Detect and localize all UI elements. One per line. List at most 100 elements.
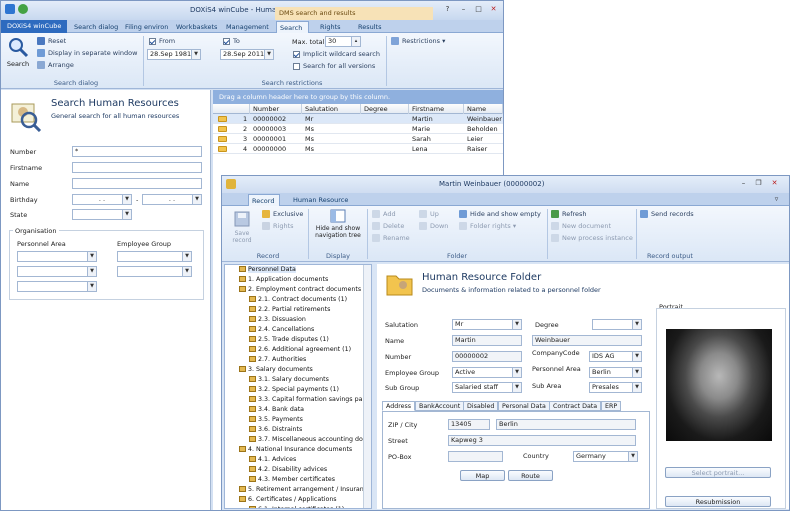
tree-item[interactable]: 5. Retirement arrangement / Insuran xyxy=(239,485,364,495)
tree-item[interactable]: 3.1. Salary documents xyxy=(249,375,329,385)
tree-item[interactable]: 3.7. Miscellaneous accounting do xyxy=(249,435,363,445)
tree-item[interactable]: 4.2. Disability advices xyxy=(249,465,327,475)
col-number[interactable]: Number xyxy=(250,104,302,114)
personnel-area-select[interactable]: Berlin ▼ xyxy=(589,367,642,378)
select-portrait-button[interactable]: Select portrait... xyxy=(665,467,771,478)
add-button[interactable]: Add xyxy=(372,209,396,219)
tree-item[interactable]: 2. Employment contract documents xyxy=(239,285,361,295)
birthday-from-picker[interactable]: . . ▼ xyxy=(72,194,132,205)
arrange-button[interactable]: Arrange xyxy=(37,60,74,70)
display-separate-button[interactable]: Display in separate window xyxy=(37,48,137,58)
tree-item[interactable]: 3.5. Payments xyxy=(249,415,303,425)
tree-item[interactable]: 2.6. Additional agreement (1) xyxy=(249,345,351,355)
rights-button[interactable]: Rights xyxy=(262,221,294,231)
tab-human-resource[interactable]: Human Resource xyxy=(290,194,351,206)
state-select[interactable]: ▼ xyxy=(72,209,132,220)
number-input[interactable]: * xyxy=(72,146,202,157)
search-button[interactable]: Search xyxy=(6,36,30,68)
employee-group-select[interactable]: Active ▼ xyxy=(452,367,522,378)
firstname-input[interactable] xyxy=(72,162,202,173)
tab-filing-environ[interactable]: Filing environ xyxy=(122,21,171,33)
tree-item[interactable]: 4. National Insurance documents xyxy=(239,445,352,455)
close-icon[interactable]: ✕ xyxy=(768,178,781,189)
col-firstname[interactable]: Firstname xyxy=(409,104,464,114)
last-name-input[interactable]: Weinbauer xyxy=(532,335,642,346)
tab-rights[interactable]: Rights xyxy=(317,21,344,33)
rename-button[interactable]: Rename xyxy=(372,233,410,243)
city-input[interactable]: Berlin xyxy=(496,419,636,430)
employee-group-select-2[interactable]: ▼ xyxy=(117,266,192,277)
tab-personal-data[interactable]: Personal Data xyxy=(498,401,550,411)
tree-item[interactable]: 6.1. Internal certificates (1) xyxy=(249,505,344,508)
table-row[interactable]: 3 00000001 Ms Sarah Leier xyxy=(213,134,503,144)
tree-item[interactable]: 2.3. Dissuasion xyxy=(249,315,306,325)
personnel-area-select-3[interactable]: ▼ xyxy=(17,281,97,292)
first-name-input[interactable]: Martin xyxy=(452,335,522,346)
tree-item[interactable]: 4.3. Member certificates xyxy=(249,475,335,485)
tree-scrollbar[interactable] xyxy=(363,265,371,508)
reset-button[interactable]: Reset xyxy=(37,36,66,46)
maximize-icon[interactable]: □ xyxy=(472,4,485,15)
resubmission-button[interactable]: Resubmission xyxy=(665,496,771,507)
map-button[interactable]: Map xyxy=(460,470,505,481)
table-row[interactable]: 1 00000002 Mr Martin Weinbauer xyxy=(213,114,503,124)
tab-workbaskets[interactable]: Workbaskets xyxy=(173,21,220,33)
from-checkbox[interactable]: From xyxy=(149,36,175,46)
company-code-select[interactable]: IDS AG ▼ xyxy=(589,351,642,362)
tab-management[interactable]: Management xyxy=(223,21,272,33)
employee-group-select-1[interactable]: ▼ xyxy=(117,251,192,262)
folder-rights-button[interactable]: Folder rights ▾ xyxy=(459,221,516,231)
restrictions-button[interactable]: Restrictions ▾ xyxy=(391,36,445,46)
country-select[interactable]: Germany ▼ xyxy=(573,451,638,462)
tree-item[interactable]: 3.2. Special payments (1) xyxy=(249,385,339,395)
tree-item[interactable]: 6. Certificates / Applications xyxy=(239,495,337,505)
new-process-button[interactable]: New process instance xyxy=(551,233,633,243)
all-versions-checkbox[interactable]: Search for all versions xyxy=(293,61,375,71)
tree-item[interactable]: 2.7. Authorities xyxy=(249,355,306,365)
max-total-spinner[interactable]: 30 ▴ xyxy=(325,36,361,47)
hide-show-tree-button[interactable]: Hide and show navigation tree xyxy=(312,209,364,239)
tree-item[interactable]: 3. Salary documents xyxy=(239,365,313,375)
up-button[interactable]: Up xyxy=(419,209,439,219)
group-by-hint[interactable]: Drag a column header here to group by th… xyxy=(213,90,503,104)
zip-input[interactable]: 13405 xyxy=(448,419,490,430)
tree-item[interactable]: 1. Application documents xyxy=(239,275,328,285)
tab-disabled[interactable]: Disabled xyxy=(463,401,499,411)
delete-button[interactable]: Delete xyxy=(372,221,404,231)
personnel-area-select-2[interactable]: ▼ xyxy=(17,266,97,277)
tab-search-dialog[interactable]: Search dialog xyxy=(71,21,121,33)
tree-item[interactable]: 2.5. Trade disputes (1) xyxy=(249,335,329,345)
tree-item[interactable]: 3.6. Distraints xyxy=(249,425,302,435)
restore-icon[interactable]: ❐ xyxy=(752,178,765,189)
tree-item[interactable]: 2.4. Cancellations xyxy=(249,325,314,335)
col-salutation[interactable]: Salutation xyxy=(302,104,361,114)
refresh-button[interactable]: Refresh xyxy=(551,209,587,219)
col-name[interactable]: Name xyxy=(464,104,503,114)
send-records-button[interactable]: Send records xyxy=(640,209,694,219)
from-date-picker[interactable]: 28.Sep 1981 ▼ xyxy=(147,49,201,60)
tree-item[interactable]: 3.4. Bank data xyxy=(249,405,304,415)
save-record-button[interactable]: Save record xyxy=(231,210,253,244)
table-row[interactable]: 4 00000000 Ms Lena Raiser xyxy=(213,144,503,154)
tab-contract-data[interactable]: Contract Data xyxy=(549,401,602,411)
tree-item[interactable]: 4.1. Advices xyxy=(249,455,296,465)
quick-access-icon[interactable] xyxy=(18,4,28,14)
expand-ribbon-icon[interactable]: ▿ xyxy=(770,194,783,205)
tree-item[interactable]: 2.2. Partial retirements xyxy=(249,305,330,315)
tree-item[interactable]: 2.1. Contract documents (1) xyxy=(249,295,347,305)
tab-bankaccount[interactable]: BankAccount xyxy=(415,401,465,411)
salutation-select[interactable]: Mr ▼ xyxy=(452,319,522,330)
degree-select[interactable]: ▼ xyxy=(592,319,642,330)
to-checkbox[interactable]: To xyxy=(223,36,240,46)
number-input[interactable]: 00000002 xyxy=(452,351,522,362)
route-button[interactable]: Route xyxy=(508,470,553,481)
sub-group-select[interactable]: Salaried staff ▼ xyxy=(452,382,522,393)
down-button[interactable]: Down xyxy=(419,221,448,231)
help-icon[interactable]: ? xyxy=(441,4,454,15)
to-date-picker[interactable]: 28.Sep 2011 ▼ xyxy=(220,49,274,60)
close-icon[interactable]: ✕ xyxy=(487,4,500,15)
sub-area-select[interactable]: Presales ▼ xyxy=(589,382,642,393)
personnel-area-select-1[interactable]: ▼ xyxy=(17,251,97,262)
implicit-wildcard-checkbox[interactable]: Implicit wildcard search xyxy=(293,49,380,59)
tab-erp[interactable]: ERP xyxy=(601,401,622,411)
